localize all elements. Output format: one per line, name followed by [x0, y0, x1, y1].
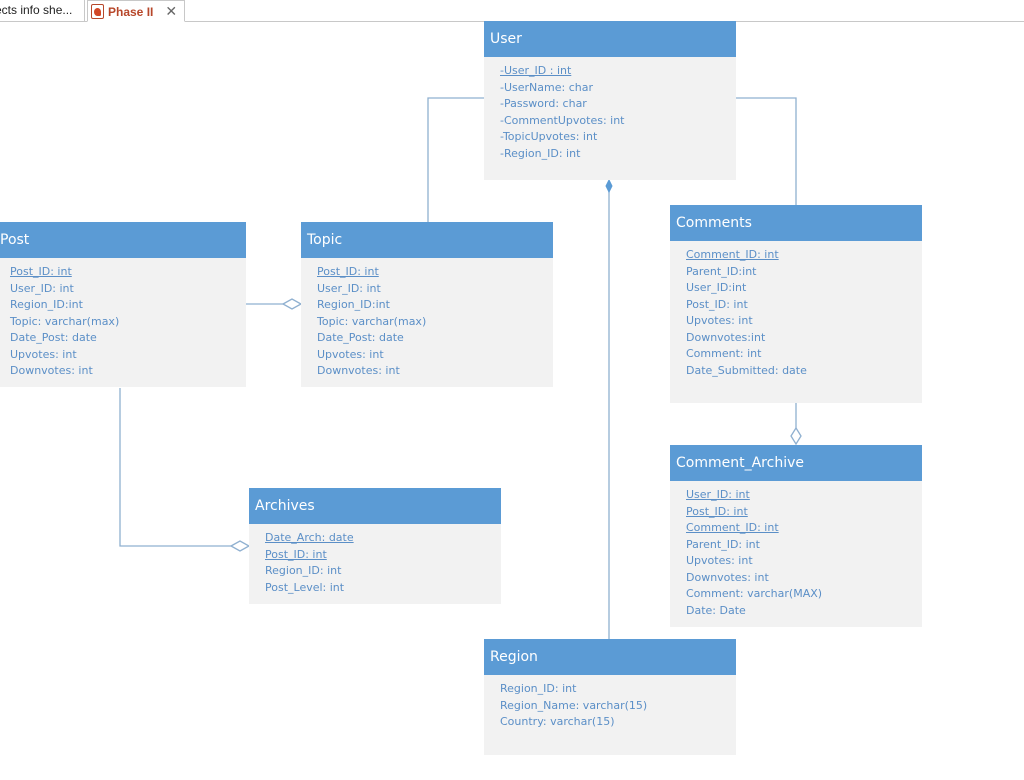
entity-topic[interactable]: Topic Post_ID: int User_ID: int Region_ID:… — [301, 222, 553, 387]
attribute: Upvotes: int — [10, 347, 77, 361]
attribute: User_ID: int — [10, 281, 74, 295]
connector-post-archives — [119, 388, 231, 547]
entity-title: Topic — [301, 222, 553, 258]
attribute-list: Comment_ID: int Parent_ID:int User_ID:int P… — [670, 241, 922, 387]
attribute: -Password: char — [500, 97, 587, 110]
connector-user-comments — [736, 97, 797, 205]
primary-key-attribute: Post_ID: int — [265, 547, 327, 561]
entity-archives[interactable]: Archives Date_Arch: date Post_ID: int Regi… — [249, 488, 501, 604]
attribute: Region_ID: int — [500, 682, 577, 695]
attribute: Upvotes: int — [317, 347, 384, 361]
attribute: Country: varchar(15) — [500, 715, 615, 728]
attribute: Parent_ID:int — [686, 264, 757, 278]
attribute-list: Date_Arch: date Post_ID: int Region_ID: in… — [249, 524, 501, 604]
attribute: Topic: varchar(max) — [10, 314, 120, 328]
entity-comment-archive[interactable]: Comment_Archive User_ID: int Post_ID: int… — [670, 445, 922, 627]
entity-comments[interactable]: Comments Comment_ID: int Parent_ID:int Use… — [670, 205, 922, 403]
attribute: -CommentUpvotes: int — [500, 113, 625, 127]
primary-key-attribute: Comment_ID: int — [686, 248, 779, 261]
attribute: Downvotes: int — [686, 570, 769, 584]
entity-title: Region — [484, 639, 736, 675]
entity-title: Comment_Archive — [670, 445, 922, 481]
aggregation-diamond-icon — [790, 426, 802, 446]
primary-key-attribute: Comment_ID: int — [686, 521, 779, 534]
entity-title: Archives — [249, 488, 501, 524]
aggregation-diamond-icon — [229, 540, 251, 552]
connector-user-topic — [427, 97, 484, 222]
attribute: Downvotes: int — [10, 364, 93, 377]
entity-title: Post — [0, 222, 246, 258]
attribute: Upvotes: int — [686, 554, 753, 567]
composition-diamond-icon — [605, 178, 613, 194]
attribute-list: Post_ID: int User_ID: int Region_ID:int Top… — [0, 258, 246, 388]
attribute: Parent_ID: int — [686, 537, 760, 551]
attribute: Date_Post: date — [10, 331, 97, 344]
attribute: Downvotes:int — [686, 330, 766, 344]
attribute-list: Post_ID: int User_ID: int Region_ID:int Top… — [301, 258, 553, 388]
attribute: -TopicUpvotes: int — [500, 130, 598, 143]
attribute: Date_Post: date — [317, 331, 404, 344]
attribute: Region_Name: varchar(15) — [500, 698, 648, 712]
entity-title: User — [484, 21, 736, 57]
attribute-list: User_ID: int Post_ID: int Comment_ID: int P… — [670, 481, 922, 627]
attribute: Region_ID: int — [265, 564, 342, 577]
attribute-list: -User_ID : int -UserName: char -Password: … — [484, 57, 736, 170]
attribute: Region_ID:int — [10, 298, 83, 311]
attribute-list: Region_ID: int Region_Name: varchar(15) Co… — [484, 675, 736, 739]
primary-key-attribute: Date_Arch: date — [265, 531, 354, 544]
attribute: User_ID: int — [317, 281, 381, 295]
attribute: User_ID:int — [686, 281, 747, 294]
attribute: Comment: int — [686, 347, 762, 360]
primary-key-attribute: User_ID: int — [686, 488, 750, 501]
attribute: -Region_ID: int — [500, 146, 581, 160]
attribute: Post_ID: int — [686, 297, 748, 311]
attribute: Topic: varchar(max) — [317, 314, 427, 328]
entity-region[interactable]: Region Region_ID: int Region_Name: varcha… — [484, 639, 736, 755]
entity-user[interactable]: User -User_ID : int -UserName: char -Passw… — [484, 21, 736, 180]
attribute: Comment: varchar(MAX) — [686, 587, 823, 600]
attribute: -UserName: char — [500, 80, 593, 94]
primary-key-attribute: Post_ID: int — [10, 265, 72, 278]
attribute: Date_Submitted: date — [686, 363, 807, 377]
attribute: Date: Date — [686, 603, 746, 617]
attribute: Post_Level: int — [265, 580, 345, 594]
primary-key-attribute: Post_ID: int — [686, 504, 748, 518]
aggregation-diamond-icon — [281, 298, 303, 310]
entity-title: Comments — [670, 205, 922, 241]
attribute: Upvotes: int — [686, 314, 753, 327]
attribute: Region_ID:int — [317, 298, 390, 311]
primary-key-attribute: Post_ID: int — [317, 265, 379, 278]
attribute: Downvotes: int — [317, 364, 400, 377]
entity-post[interactable]: Post Post_ID: int User_ID: int Region_ID:i… — [0, 222, 246, 387]
primary-key-attribute: -User_ID : int — [500, 64, 572, 77]
